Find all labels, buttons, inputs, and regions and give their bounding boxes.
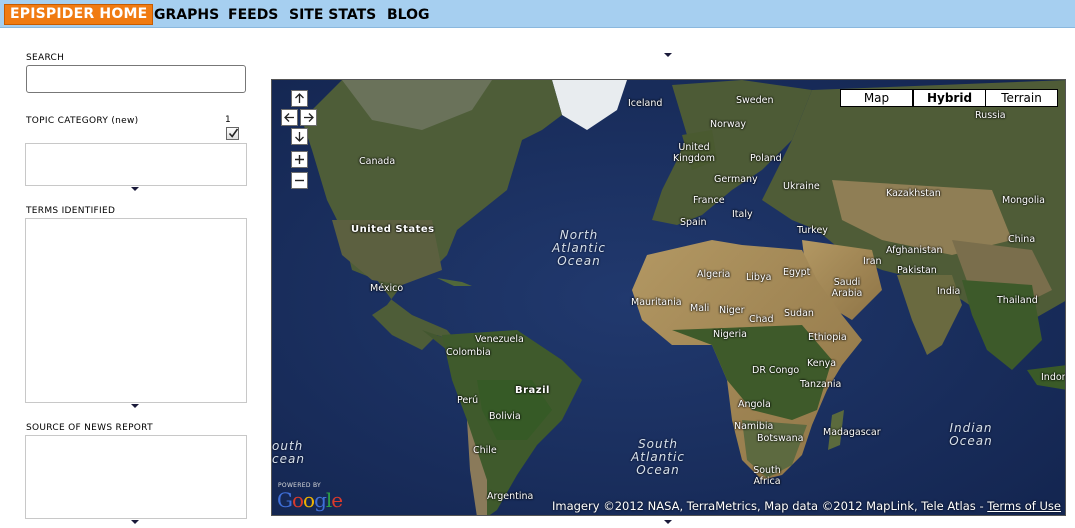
top-nav: EPISPIDER HOME GRAPHS FEEDS SITE STATS B… [0, 0, 1075, 28]
arrow-right-icon [304, 113, 314, 122]
pan-right-button[interactable] [300, 109, 317, 126]
topic-expand-arrow-icon[interactable] [131, 187, 139, 191]
map-type-map-button[interactable]: Map [840, 89, 913, 107]
nav-blog-link[interactable]: BLOG [387, 7, 430, 23]
search-input[interactable] [26, 65, 246, 93]
map-type-terrain-button[interactable]: Terrain [985, 89, 1058, 107]
map-attribution: Imagery ©2012 NASA, TerraMetrics, Map da… [552, 499, 1061, 513]
topic-count: 1 [225, 115, 231, 125]
nav-home-button[interactable]: EPISPIDER HOME [4, 4, 154, 25]
attribution-text: Imagery ©2012 NASA, TerraMetrics, Map da… [551, 499, 988, 513]
map-collapse-bottom-arrow-icon[interactable] [664, 520, 672, 524]
map-type-hybrid-button[interactable]: Hybrid [913, 89, 986, 107]
map-collapse-top-arrow-icon[interactable] [664, 53, 672, 57]
search-label: SEARCH [26, 53, 65, 63]
arrow-left-icon [284, 113, 294, 122]
pan-down-button[interactable] [291, 128, 308, 145]
terms-of-use-link[interactable]: Terms of Use [987, 499, 1061, 513]
world-map[interactable]: Iceland Sweden Russia Norway United King… [271, 79, 1066, 516]
google-logo[interactable]: POWERED BY Google [275, 482, 350, 514]
arrow-up-icon [295, 93, 304, 103]
source-list[interactable] [25, 435, 247, 519]
nav-site-stats-link[interactable]: SITE STATS [289, 7, 376, 23]
terms-expand-arrow-icon[interactable] [131, 404, 139, 408]
plus-icon [295, 155, 304, 164]
topic-checkbox[interactable] [226, 127, 239, 140]
pan-up-button[interactable] [291, 90, 308, 107]
arrow-down-icon [295, 132, 304, 142]
nav-graphs-link[interactable]: GRAPHS [154, 7, 219, 23]
zoom-in-button[interactable] [291, 151, 308, 168]
source-expand-arrow-icon[interactable] [131, 520, 139, 524]
terms-identified-list[interactable] [25, 218, 247, 403]
terms-identified-label: TERMS IDENTIFIED [26, 206, 116, 216]
minus-icon [295, 179, 304, 182]
topic-category-label: TOPIC CATEGORY (new) [26, 116, 139, 126]
zoom-out-button[interactable] [291, 172, 308, 189]
satellite-imagery [272, 80, 1065, 515]
google-wordmark: Google [277, 488, 343, 512]
nav-feeds-link[interactable]: FEEDS [228, 7, 278, 23]
pan-left-button[interactable] [281, 109, 298, 126]
source-label: SOURCE OF NEWS REPORT [26, 423, 153, 433]
topic-category-list[interactable] [25, 143, 247, 186]
checkmark-icon [228, 128, 239, 138]
